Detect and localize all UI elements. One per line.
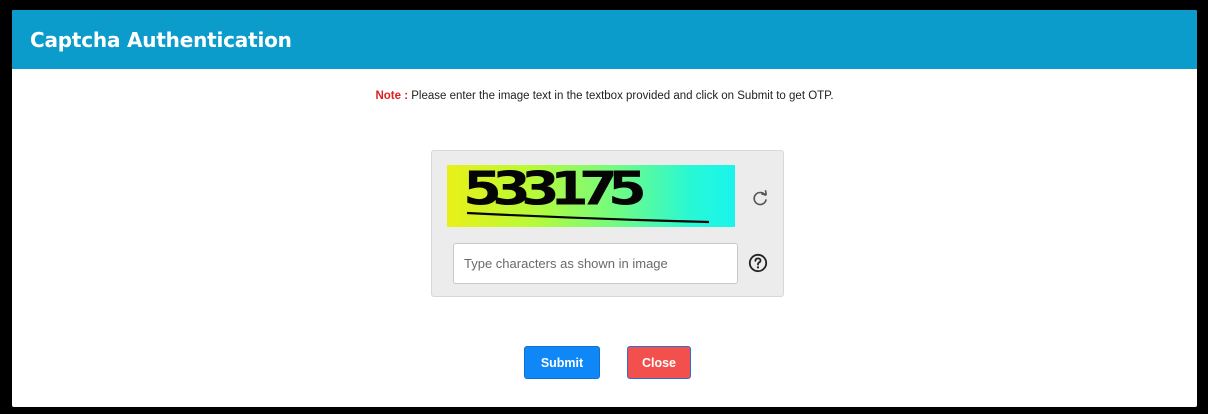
refresh-icon[interactable] [750,189,770,209]
captcha-panel: 533175 [431,150,784,297]
note-label: Note : [375,90,409,102]
note-text: Please enter the image text in the textb… [408,90,834,102]
modal-header: Captcha Authentication [12,10,1197,69]
instruction-note: Note : Please enter the image text in th… [12,90,1197,102]
close-button[interactable]: Close [627,346,691,379]
captcha-image: 533175 [447,165,735,227]
modal-title: Captcha Authentication [30,27,292,52]
captcha-noise-line [466,211,710,224]
submit-button[interactable]: Submit [524,346,600,379]
question-circle-icon[interactable] [748,253,768,273]
captcha-input[interactable] [453,243,738,284]
captcha-modal: Captcha Authentication Note : Please ent… [12,10,1197,407]
